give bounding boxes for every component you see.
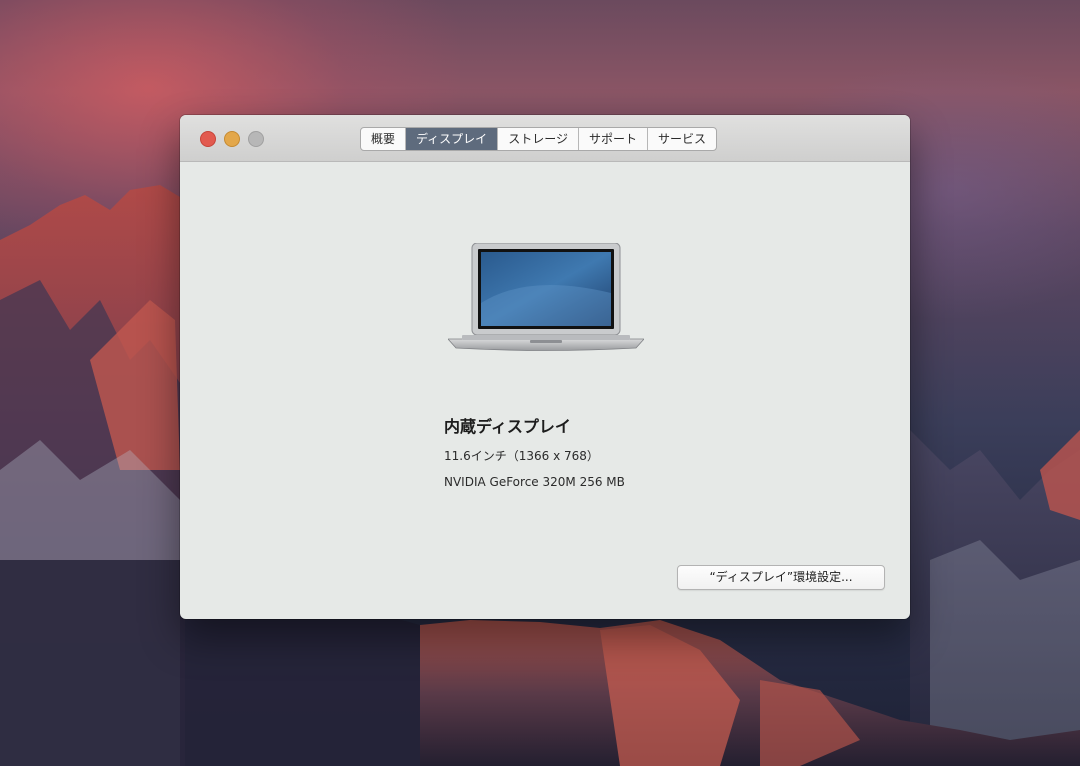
macbook-air-icon: [447, 242, 645, 357]
tab-storage[interactable]: ストレージ: [498, 128, 579, 150]
display-info: 内蔵ディスプレイ 11.6インチ（1366 x 768） NVIDIA GeFo…: [444, 413, 625, 500]
tab-bar: 概要 ディスプレイ ストレージ サポート サービス: [360, 127, 717, 151]
display-size: 11.6インチ（1366 x 768）: [444, 449, 599, 463]
tab-service[interactable]: サービス: [648, 128, 716, 150]
minimize-button[interactable]: [224, 131, 240, 147]
tab-support[interactable]: サポート: [579, 128, 648, 150]
close-button[interactable]: [200, 131, 216, 147]
zoom-button[interactable]: [248, 131, 264, 147]
graphics-card: NVIDIA GeForce 320M 256 MB: [444, 475, 625, 489]
window-titlebar: 概要 ディスプレイ ストレージ サポート サービス: [180, 115, 910, 162]
desktop-background: 概要 ディスプレイ ストレージ サポート サービス 内蔵ディスプレイ 11.6イ…: [0, 0, 1080, 766]
display-preferences-button[interactable]: “ディスプレイ”環境設定...: [677, 565, 885, 590]
tab-displays[interactable]: ディスプレイ: [406, 128, 499, 150]
about-this-mac-window: 概要 ディスプレイ ストレージ サポート サービス 内蔵ディスプレイ 11.6イ…: [180, 115, 910, 619]
tab-overview[interactable]: 概要: [361, 128, 407, 150]
display-name: 内蔵ディスプレイ: [444, 417, 571, 436]
